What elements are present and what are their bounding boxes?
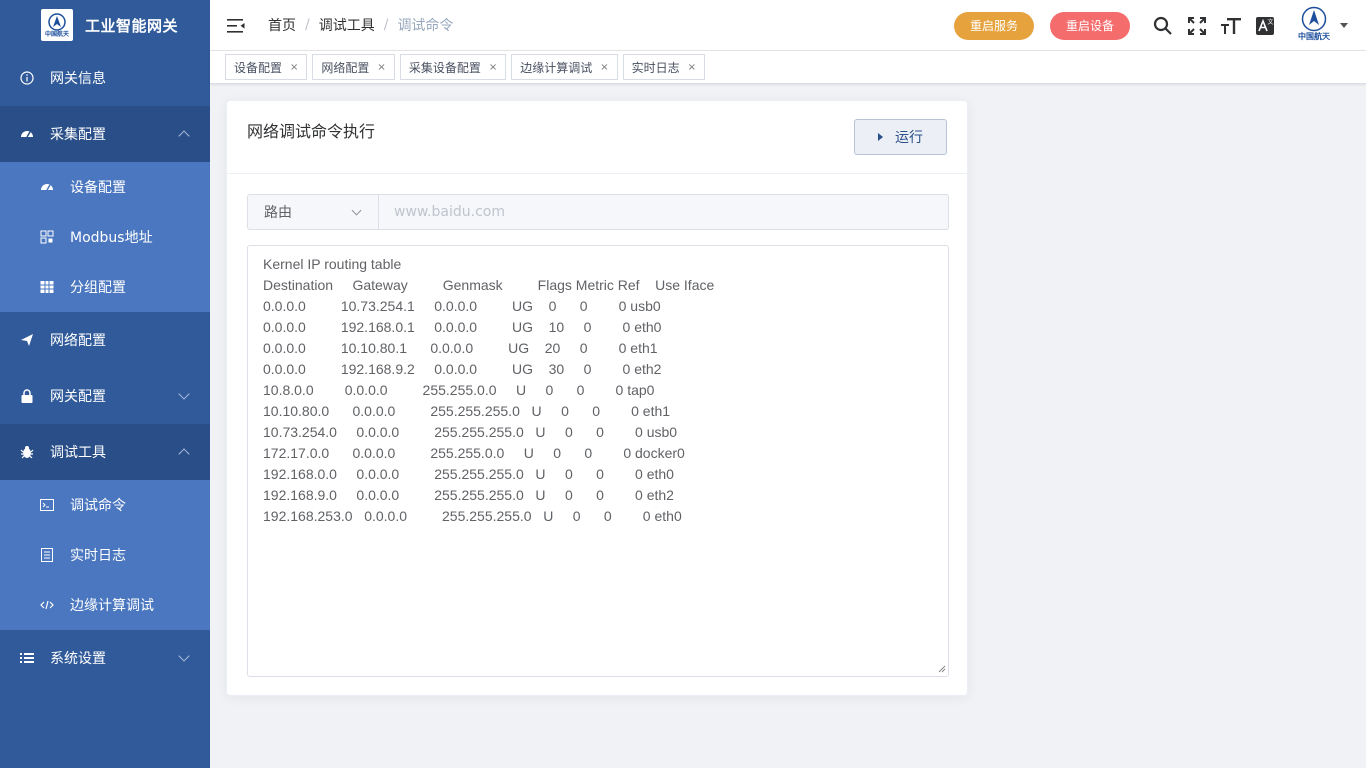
hamburger-icon[interactable] (227, 18, 245, 33)
chevron-down-icon (178, 388, 190, 400)
breadcrumb-separator: / (305, 17, 310, 33)
sidebar-item-label: 网关配置 (50, 389, 106, 405)
caret-down-icon[interactable] (1340, 23, 1348, 28)
breadcrumb-separator: / (383, 17, 389, 33)
tag-label: 实时日志 (631, 60, 680, 75)
sidebar-item-label: 实时日志 (70, 548, 126, 564)
sidebar-item-network-config[interactable]: 网络配置 (0, 312, 210, 368)
sidebar-item-gateway-config[interactable]: 网关配置 (0, 368, 210, 424)
tag-label: 采集设备配置 (408, 60, 481, 75)
info-icon (20, 71, 34, 85)
svg-text:文: 文 (1268, 18, 1274, 26)
lock-icon (20, 389, 34, 403)
target-host-input[interactable] (379, 195, 948, 229)
sidebar-item-label: 分组配置 (70, 280, 126, 296)
breadcrumb-current: 调试命令 (397, 18, 454, 34)
avatar-logo-icon (1301, 6, 1327, 31)
sidebar-item-label: 设备配置 (70, 180, 126, 196)
brand: 中国航天 工业智能网关 (0, 0, 210, 50)
brand-logo: 中国航天 (41, 9, 73, 41)
qrcode-icon (40, 230, 54, 244)
sidebar: 中国航天 工业智能网关 网关信息 采集配置 设备配置 Modbus地址 分组配置… (0, 0, 210, 768)
fullscreen-icon[interactable] (1186, 15, 1208, 37)
send-icon (20, 333, 34, 347)
sidebar-item-device-config[interactable]: 设备配置 (0, 162, 210, 212)
tag-realtime-log[interactable]: 实时日志 × (622, 54, 706, 80)
tag-collection-device-config[interactable]: 采集设备配置 × (399, 54, 507, 80)
submenu-collection: 设备配置 Modbus地址 分组配置 (0, 162, 210, 312)
command-input-group: 路由 (247, 194, 949, 230)
sidebar-item-collection-config[interactable]: 采集配置 (0, 106, 210, 162)
dashboard-icon (40, 180, 54, 194)
sidebar-item-modbus-address[interactable]: Modbus地址 (0, 212, 210, 262)
close-icon[interactable]: × (489, 62, 497, 73)
sidebar-item-label: 网络配置 (50, 333, 106, 349)
sidebar-item-edge-compute-debug[interactable]: 边缘计算调试 (0, 580, 210, 630)
chevron-down-icon (351, 205, 362, 216)
sidebar-item-debug-command[interactable]: 调试命令 (0, 480, 210, 530)
avatar-text: 中国航天 (1298, 31, 1330, 41)
run-button[interactable]: 运行 (854, 119, 947, 155)
bug-icon (20, 445, 34, 459)
tag-label: 边缘计算调试 (520, 60, 593, 75)
close-icon[interactable]: × (600, 62, 608, 73)
command-output-textarea[interactable]: Kernel IP routing table Destination Gate… (247, 245, 949, 677)
sidebar-item-label: 系统设置 (50, 651, 106, 667)
sidebar-item-group-config[interactable]: 分组配置 (0, 262, 210, 312)
select-value: 路由 (264, 205, 292, 221)
top-navbar: 首页 / 调试工具 / 调试命令 重启服务 重启设备 文 中国航天 (210, 0, 1366, 51)
submenu-debug: 调试命令 实时日志 边缘计算调试 (0, 480, 210, 630)
sidebar-item-debug-tools[interactable]: 调试工具 (0, 424, 210, 480)
rocket-logo-icon (48, 12, 66, 31)
tag-label: 设备配置 (234, 60, 283, 75)
tag-edge-compute-debug[interactable]: 边缘计算调试 × (511, 54, 618, 80)
chevron-up-icon (178, 448, 190, 460)
sidebar-item-label: 边缘计算调试 (70, 598, 154, 614)
sidebar-item-label: Modbus地址 (70, 230, 153, 246)
terminal-icon (40, 498, 54, 512)
tag-device-config[interactable]: 设备配置 × (225, 54, 308, 80)
table-icon (40, 280, 54, 294)
sidebar-item-gateway-info[interactable]: 网关信息 (0, 50, 210, 106)
code-icon (40, 598, 54, 612)
tag-label: 网络配置 (321, 60, 370, 75)
dashboard-icon (20, 127, 34, 141)
sidebar-item-label: 网关信息 (50, 71, 106, 87)
sidebar-item-label: 调试命令 (70, 498, 126, 514)
close-icon[interactable]: × (377, 62, 385, 73)
search-icon[interactable] (1152, 15, 1174, 37)
close-icon[interactable]: × (290, 62, 298, 73)
restart-device-button[interactable]: 重启设备 (1050, 11, 1130, 40)
font-size-icon[interactable] (1220, 15, 1242, 37)
breadcrumb: 首页 / 调试工具 / 调试命令 (268, 15, 453, 35)
brand-title: 工业智能网关 (85, 16, 179, 35)
debug-command-card: 网络调试命令执行 运行 路由 Kernel IP routing table D… (226, 100, 968, 696)
run-button-label: 运行 (895, 130, 923, 146)
translate-icon[interactable]: 文 (1254, 15, 1276, 37)
breadcrumb-debug-tools[interactable]: 调试工具 (319, 15, 375, 35)
list-icon (20, 651, 34, 665)
sidebar-item-label: 采集配置 (50, 127, 106, 143)
tags-view: 设备配置 × 网络配置 × 采集设备配置 × 边缘计算调试 × 实时日志 × (210, 51, 1366, 84)
brand-logo-text: 中国航天 (44, 30, 69, 38)
sidebar-item-system-settings[interactable]: 系统设置 (0, 630, 210, 686)
play-icon (878, 133, 883, 141)
resize-handle-icon[interactable] (938, 665, 946, 673)
chevron-down-icon (178, 650, 190, 662)
sidebar-item-label: 调试工具 (50, 445, 106, 461)
header-actions: 重启服务 重启设备 文 中国航天 (954, 0, 1366, 51)
restart-service-button[interactable]: 重启服务 (954, 11, 1034, 40)
card-header: 网络调试命令执行 运行 (227, 101, 967, 174)
sidebar-item-realtime-log[interactable]: 实时日志 (0, 530, 210, 580)
breadcrumb-home[interactable]: 首页 (268, 15, 296, 35)
card-title: 网络调试命令执行 (247, 122, 376, 141)
command-type-select[interactable]: 路由 (248, 195, 379, 229)
close-icon[interactable]: × (688, 62, 696, 73)
log-icon (40, 548, 54, 562)
avatar[interactable]: 中国航天 (1296, 6, 1332, 46)
tag-network-config[interactable]: 网络配置 × (312, 54, 395, 80)
chevron-up-icon (178, 130, 190, 142)
